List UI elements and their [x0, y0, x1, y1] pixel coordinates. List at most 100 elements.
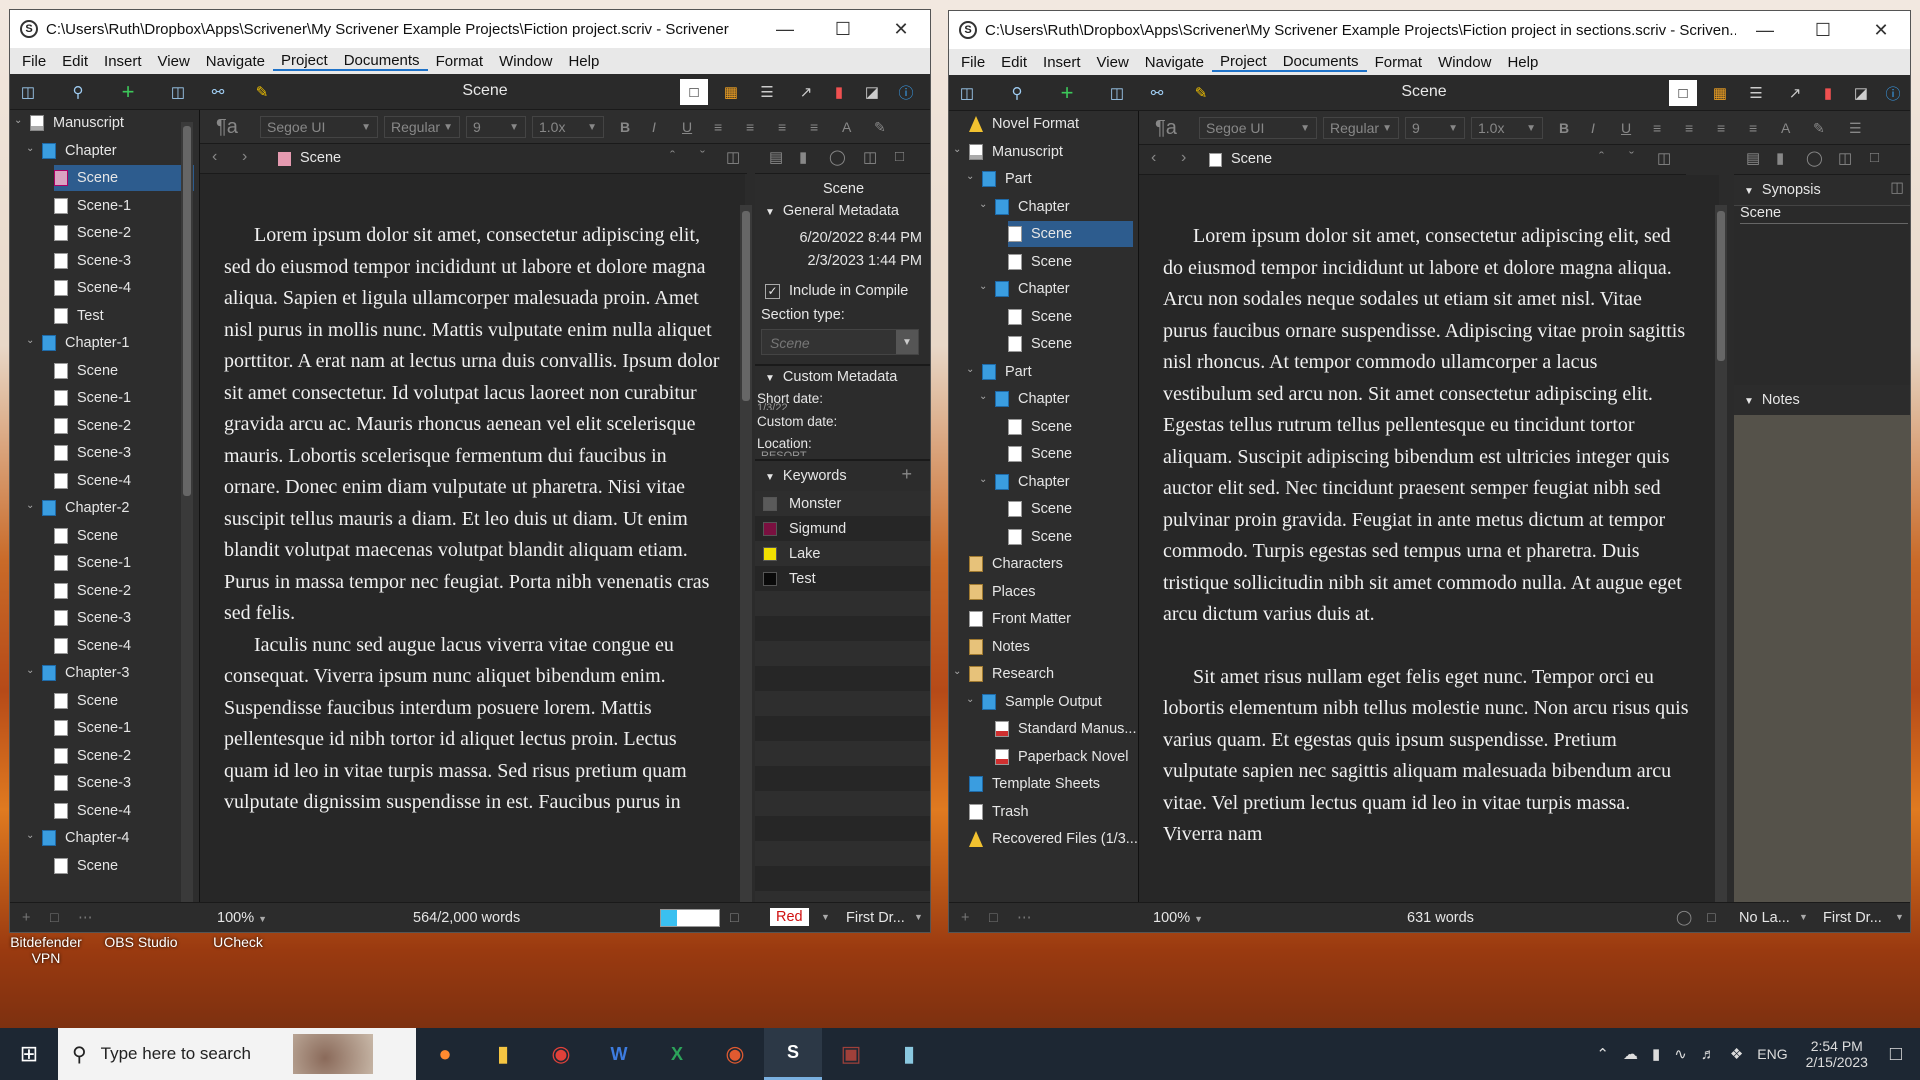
underline-icon[interactable]: U: [1621, 117, 1631, 139]
wifi-icon[interactable]: ∿: [1674, 1045, 1687, 1063]
binder-item-chapter-1[interactable]: Chapter-1: [42, 330, 129, 356]
binder-toggle-icon[interactable]: ◫: [18, 82, 38, 102]
menu-project[interactable]: Project: [1212, 53, 1275, 72]
info-icon[interactable]: ⓘ: [1879, 80, 1907, 106]
binder-item-template-sheets[interactable]: Template Sheets: [969, 771, 1100, 797]
menu-help[interactable]: Help: [560, 53, 607, 70]
expand-caret-icon[interactable]: ⌄: [966, 364, 976, 375]
taskbar-search-box[interactable]: ⚲ Type here to search: [58, 1028, 416, 1080]
binder-item-scene-1[interactable]: Scene-1: [54, 385, 131, 411]
binder-item-scene-3[interactable]: Scene-3: [54, 770, 131, 796]
language-indicator[interactable]: ENG: [1757, 1046, 1787, 1062]
binder-item-part[interactable]: Part: [982, 166, 1032, 192]
binder-item-scene[interactable]: Scene: [54, 358, 118, 384]
desktop-icon-obs[interactable]: OBS Studio: [96, 934, 186, 950]
editor-scrollbar[interactable]: [1715, 205, 1727, 905]
bookmark-icon[interactable]: ▮: [1814, 80, 1842, 106]
keyword-item[interactable]: Sigmund: [755, 516, 930, 541]
expand-caret-icon[interactable]: ⌄: [966, 694, 976, 705]
binder-item-chapter-4[interactable]: Chapter-4: [42, 825, 129, 851]
trash-icon[interactable]: ◫: [1107, 83, 1127, 103]
binder-item-scene-3[interactable]: Scene-3: [54, 440, 131, 466]
share-icon[interactable]: ↗: [1781, 80, 1809, 106]
edit-icon[interactable]: ✎: [1191, 83, 1211, 103]
clock[interactable]: 2:54 PM 2/15/2023: [1806, 1038, 1868, 1070]
add-icon[interactable]: +: [118, 79, 138, 104]
label-dropdown-icon[interactable]: ▼: [821, 912, 830, 922]
scrivener-taskbar-icon[interactable]: S: [764, 1028, 822, 1080]
binder-item-test[interactable]: Test: [54, 303, 104, 329]
menu-view[interactable]: View: [150, 53, 198, 70]
up-arrow-icon[interactable]: ˆ: [670, 148, 675, 165]
search-icon[interactable]: ⚲: [1007, 83, 1027, 103]
status-dropdown-icon[interactable]: ▼: [914, 912, 923, 922]
paint-icon[interactable]: ◉: [706, 1028, 764, 1080]
battery-icon[interactable]: ▮: [1652, 1045, 1660, 1063]
binder-item-chapter-3[interactable]: Chapter-3: [42, 660, 129, 686]
binder-item-scene-2[interactable]: Scene-2: [54, 220, 131, 246]
expand-caret-icon[interactable]: ⌄: [953, 666, 963, 677]
underline-icon[interactable]: U: [682, 116, 692, 138]
align-justify-icon[interactable]: ≡: [778, 116, 786, 138]
status-select[interactable]: First Dr...: [1823, 910, 1882, 926]
metadata-tab-icon[interactable]: ◯: [829, 148, 846, 166]
bookmark-icon[interactable]: ▮: [825, 79, 853, 105]
zoom-select[interactable]: 100% ▼: [1153, 910, 1203, 926]
keyword-item[interactable]: Monster: [755, 491, 930, 516]
binder-scrollbar[interactable]: [181, 122, 193, 902]
highlight-icon[interactable]: ✎: [1813, 117, 1825, 139]
align-left-icon[interactable]: ≡: [714, 116, 722, 138]
single-doc-view-button[interactable]: □: [1669, 80, 1697, 106]
forward-arrow-icon[interactable]: ›: [242, 148, 247, 166]
label-select[interactable]: No La...: [1739, 910, 1790, 926]
corkboard-view-button[interactable]: ▦: [717, 79, 745, 105]
app-icon[interactable]: ▣: [822, 1028, 880, 1080]
label-select[interactable]: Red: [770, 908, 809, 926]
snapshots-tab-icon[interactable]: ◫: [863, 148, 877, 166]
bookmarks-tab-icon[interactable]: ▮: [1776, 149, 1784, 167]
binder-item-scene[interactable]: Scene: [1008, 221, 1133, 247]
align-justify-icon[interactable]: ≡: [1717, 117, 1725, 139]
add-icon[interactable]: +: [1057, 80, 1077, 105]
editor-scrollbar[interactable]: [740, 205, 752, 905]
binder-item-notes[interactable]: Notes: [969, 634, 1030, 660]
target-progress-bar[interactable]: [660, 909, 720, 927]
maximize-button[interactable]: ☐: [814, 10, 872, 48]
binder-item-chapter[interactable]: Chapter: [995, 276, 1070, 302]
menu-file[interactable]: File: [14, 53, 54, 70]
include-in-compile-checkbox[interactable]: ✓ Include in Compile: [765, 283, 908, 299]
back-arrow-icon[interactable]: ‹: [212, 148, 217, 166]
binder-item-scene[interactable]: Scene: [1008, 524, 1072, 550]
split-icon[interactable]: ◫: [1657, 149, 1671, 167]
trash-icon[interactable]: ◫: [168, 82, 188, 102]
dropbox-icon[interactable]: ❖: [1730, 1045, 1743, 1063]
outline-view-button[interactable]: ☰: [753, 79, 781, 105]
binder-item-recovered-files-1-3-[interactable]: Recovered Files (1/3...: [969, 826, 1138, 852]
volume-icon[interactable]: ♬: [1701, 1046, 1716, 1063]
binder-item-scene-3[interactable]: Scene-3: [54, 248, 131, 274]
split-icon[interactable]: ◫: [726, 148, 740, 166]
synopsis-image-icon[interactable]: ◫: [1890, 180, 1904, 196]
binder-item-scene[interactable]: Scene: [54, 853, 118, 879]
menu-view[interactable]: View: [1089, 54, 1137, 71]
binder-folder-icon[interactable]: □: [989, 910, 998, 926]
binder-item-scene-2[interactable]: Scene-2: [54, 413, 131, 439]
expand-caret-icon[interactable]: ⌄: [953, 144, 963, 155]
close-button[interactable]: ✕: [1852, 11, 1910, 49]
line-spacing-select[interactable]: 1.0x ▼: [1471, 117, 1543, 139]
expand-caret-icon[interactable]: ⌄: [966, 171, 976, 182]
status-dropdown-icon[interactable]: ▼: [1895, 912, 1904, 922]
binder-add-icon[interactable]: +: [22, 910, 30, 926]
paragraph-style-icon[interactable]: ¶a: [1155, 117, 1177, 139]
binder-item-part[interactable]: Part: [982, 359, 1032, 385]
menu-file[interactable]: File: [953, 54, 993, 71]
minimize-button[interactable]: —: [756, 10, 814, 48]
font-style-select[interactable]: Regular ▼: [384, 116, 460, 138]
binder-item-scene[interactable]: Scene: [1008, 249, 1072, 275]
edit-icon[interactable]: ✎: [252, 82, 272, 102]
font-size-select[interactable]: 9 ▼: [466, 116, 526, 138]
minimize-button[interactable]: —: [1736, 11, 1794, 49]
binder-item-scene-4[interactable]: Scene-4: [54, 275, 131, 301]
outline-view-button[interactable]: ☰: [1742, 80, 1770, 106]
synopsis-header[interactable]: ▼ Synopsis: [1744, 182, 1821, 198]
